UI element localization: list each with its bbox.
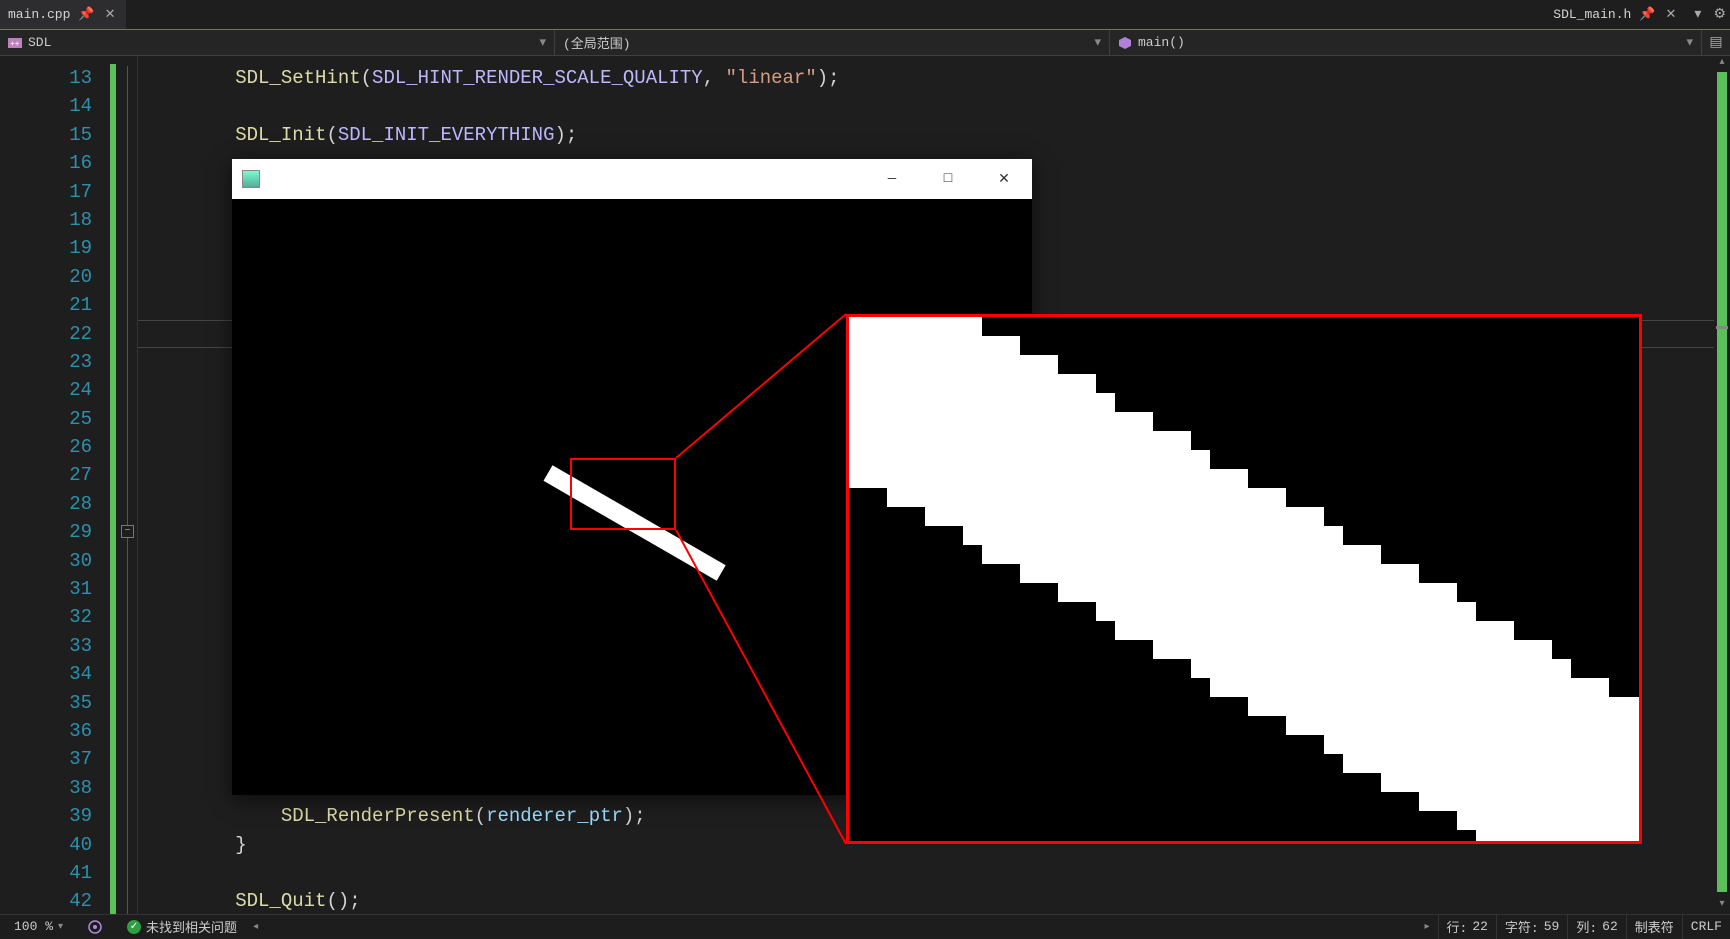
line-number: 15	[0, 121, 92, 149]
pixelated-edge-graphic	[849, 317, 1642, 844]
issues-text: 未找到相关问题	[146, 917, 237, 936]
change-overview-strip	[1717, 72, 1727, 892]
value: 59	[1544, 919, 1560, 934]
scroll-right-icon[interactable]: ▸	[1420, 921, 1433, 933]
scope-label: (全局范围)	[563, 33, 631, 52]
pin-icon[interactable]: 📌	[76, 7, 96, 22]
svg-text:++: ++	[10, 40, 20, 49]
line-number: 41	[0, 859, 92, 887]
tab-label: main.cpp	[8, 7, 70, 22]
label: 字符:	[1505, 917, 1539, 936]
tab-bar: main.cpp 📌 ✕ SDL_main.h 📌 ✕ ▾ ⚙	[0, 0, 1730, 30]
line-number: 27	[0, 461, 92, 489]
code-line	[144, 859, 1714, 887]
method-cube-icon	[1118, 36, 1132, 50]
line-number: 18	[0, 206, 92, 234]
code-line	[144, 92, 1714, 120]
value: CRLF	[1691, 919, 1722, 934]
value: 制表符	[1635, 917, 1674, 936]
zoom-value: 100 %	[14, 919, 53, 934]
line-number: 14	[0, 92, 92, 120]
label: 列:	[1576, 917, 1597, 936]
line-number: 20	[0, 263, 92, 291]
horizontal-scrollbar[interactable]: ◂ ▸	[245, 921, 1437, 933]
line-number: 36	[0, 717, 92, 745]
code-line: SDL_Init(SDL_INIT_EVERYTHING);	[144, 121, 1714, 149]
line-ending-mode[interactable]: CRLF	[1682, 915, 1730, 939]
line-number: 26	[0, 433, 92, 461]
close-icon[interactable]: ✕	[103, 7, 118, 22]
scroll-up-icon[interactable]: ▴	[1714, 56, 1730, 72]
line-number: 19	[0, 234, 92, 262]
intellisense-icon[interactable]	[79, 919, 111, 935]
tab-sdl-main-h[interactable]: SDL_main.h 📌 ✕	[1545, 7, 1686, 22]
scroll-left-icon[interactable]: ◂	[249, 921, 262, 933]
line-number: 16	[0, 149, 92, 177]
overview-ruler[interactable]: ▴ ▾	[1714, 56, 1730, 914]
line-number: 35	[0, 689, 92, 717]
pin-icon[interactable]: 📌	[1637, 7, 1657, 22]
window-dropdown-icon[interactable]: ▾	[1690, 6, 1705, 23]
close-icon[interactable]: ✕	[1664, 7, 1679, 22]
value: 62	[1602, 919, 1618, 934]
tab-label: SDL_main.h	[1553, 7, 1631, 22]
close-button[interactable]: ✕	[976, 159, 1032, 199]
chevron-down-icon: ▾	[1094, 35, 1101, 50]
rendered-white-line	[544, 465, 726, 581]
value: 22	[1472, 919, 1488, 934]
status-bar: 100 % ▾ ✓ 未找到相关问题 ◂ ▸ 行: 22 字符: 59 列: 62…	[0, 914, 1730, 938]
scroll-down-icon[interactable]: ▾	[1714, 898, 1730, 914]
line-number: 37	[0, 745, 92, 773]
indent-mode[interactable]: 制表符	[1626, 915, 1682, 939]
chevron-down-icon: ▾	[58, 921, 63, 933]
line-number: 22	[0, 320, 92, 348]
checkmark-ok-icon: ✓	[127, 920, 141, 934]
line-number: 24	[0, 376, 92, 404]
function-dropdown[interactable]: main() ▾	[1110, 30, 1702, 55]
line-number: 40	[0, 831, 92, 859]
settings-gear-icon[interactable]: ⚙	[1709, 6, 1730, 23]
code-line: SDL_Quit();	[144, 887, 1714, 915]
line-number: 13	[0, 64, 92, 92]
collapse-toggle[interactable]: −	[121, 525, 134, 538]
line-number: 28	[0, 490, 92, 518]
line-number: 32	[0, 603, 92, 631]
context-bar: ++ SDL ▾ (全局范围) ▾ main() ▾ ▤	[0, 30, 1730, 56]
line-number: 29	[0, 518, 92, 546]
issues-status[interactable]: ✓ 未找到相关问题	[119, 917, 245, 936]
line-number: 33	[0, 632, 92, 660]
cursor-col[interactable]: 列: 62	[1567, 915, 1625, 939]
code-line: SDL_SetHint(SDL_HINT_RENDER_SCALE_QUALIT…	[144, 64, 1714, 92]
line-number: 34	[0, 660, 92, 688]
line-number: 17	[0, 178, 92, 206]
project-dropdown[interactable]: ++ SDL ▾	[0, 30, 555, 55]
line-number-gutter: 1314151617181920212223242526272829303132…	[0, 56, 110, 914]
project-name: SDL	[28, 35, 51, 50]
chevron-down-icon: ▾	[1686, 35, 1693, 50]
line-number: 25	[0, 405, 92, 433]
app-icon	[242, 170, 260, 188]
line-number: 23	[0, 348, 92, 376]
line-number: 31	[0, 575, 92, 603]
maximize-button[interactable]: □	[920, 159, 976, 199]
outline-collapse-column: −	[116, 56, 138, 914]
line-number: 30	[0, 547, 92, 575]
cpp-project-icon: ++	[8, 36, 22, 50]
minimize-button[interactable]: —	[864, 159, 920, 199]
line-number: 39	[0, 802, 92, 830]
zoom-level[interactable]: 100 % ▾	[6, 919, 71, 934]
cursor-line[interactable]: 行: 22	[1438, 915, 1496, 939]
cursor-char[interactable]: 字符: 59	[1496, 915, 1567, 939]
chevron-down-icon: ▾	[539, 35, 546, 50]
split-nav-button[interactable]: ▤	[1702, 34, 1730, 51]
scope-dropdown[interactable]: (全局范围) ▾	[555, 30, 1110, 55]
line-number: 38	[0, 774, 92, 802]
function-name: main()	[1138, 35, 1185, 50]
line-number: 21	[0, 291, 92, 319]
caret-position-mark	[1716, 326, 1728, 329]
zoom-destination-panel	[846, 314, 1642, 844]
tab-main-cpp[interactable]: main.cpp 📌 ✕	[0, 0, 126, 29]
label: 行:	[1447, 917, 1468, 936]
sdl-title-bar[interactable]: — □ ✕	[232, 159, 1032, 199]
